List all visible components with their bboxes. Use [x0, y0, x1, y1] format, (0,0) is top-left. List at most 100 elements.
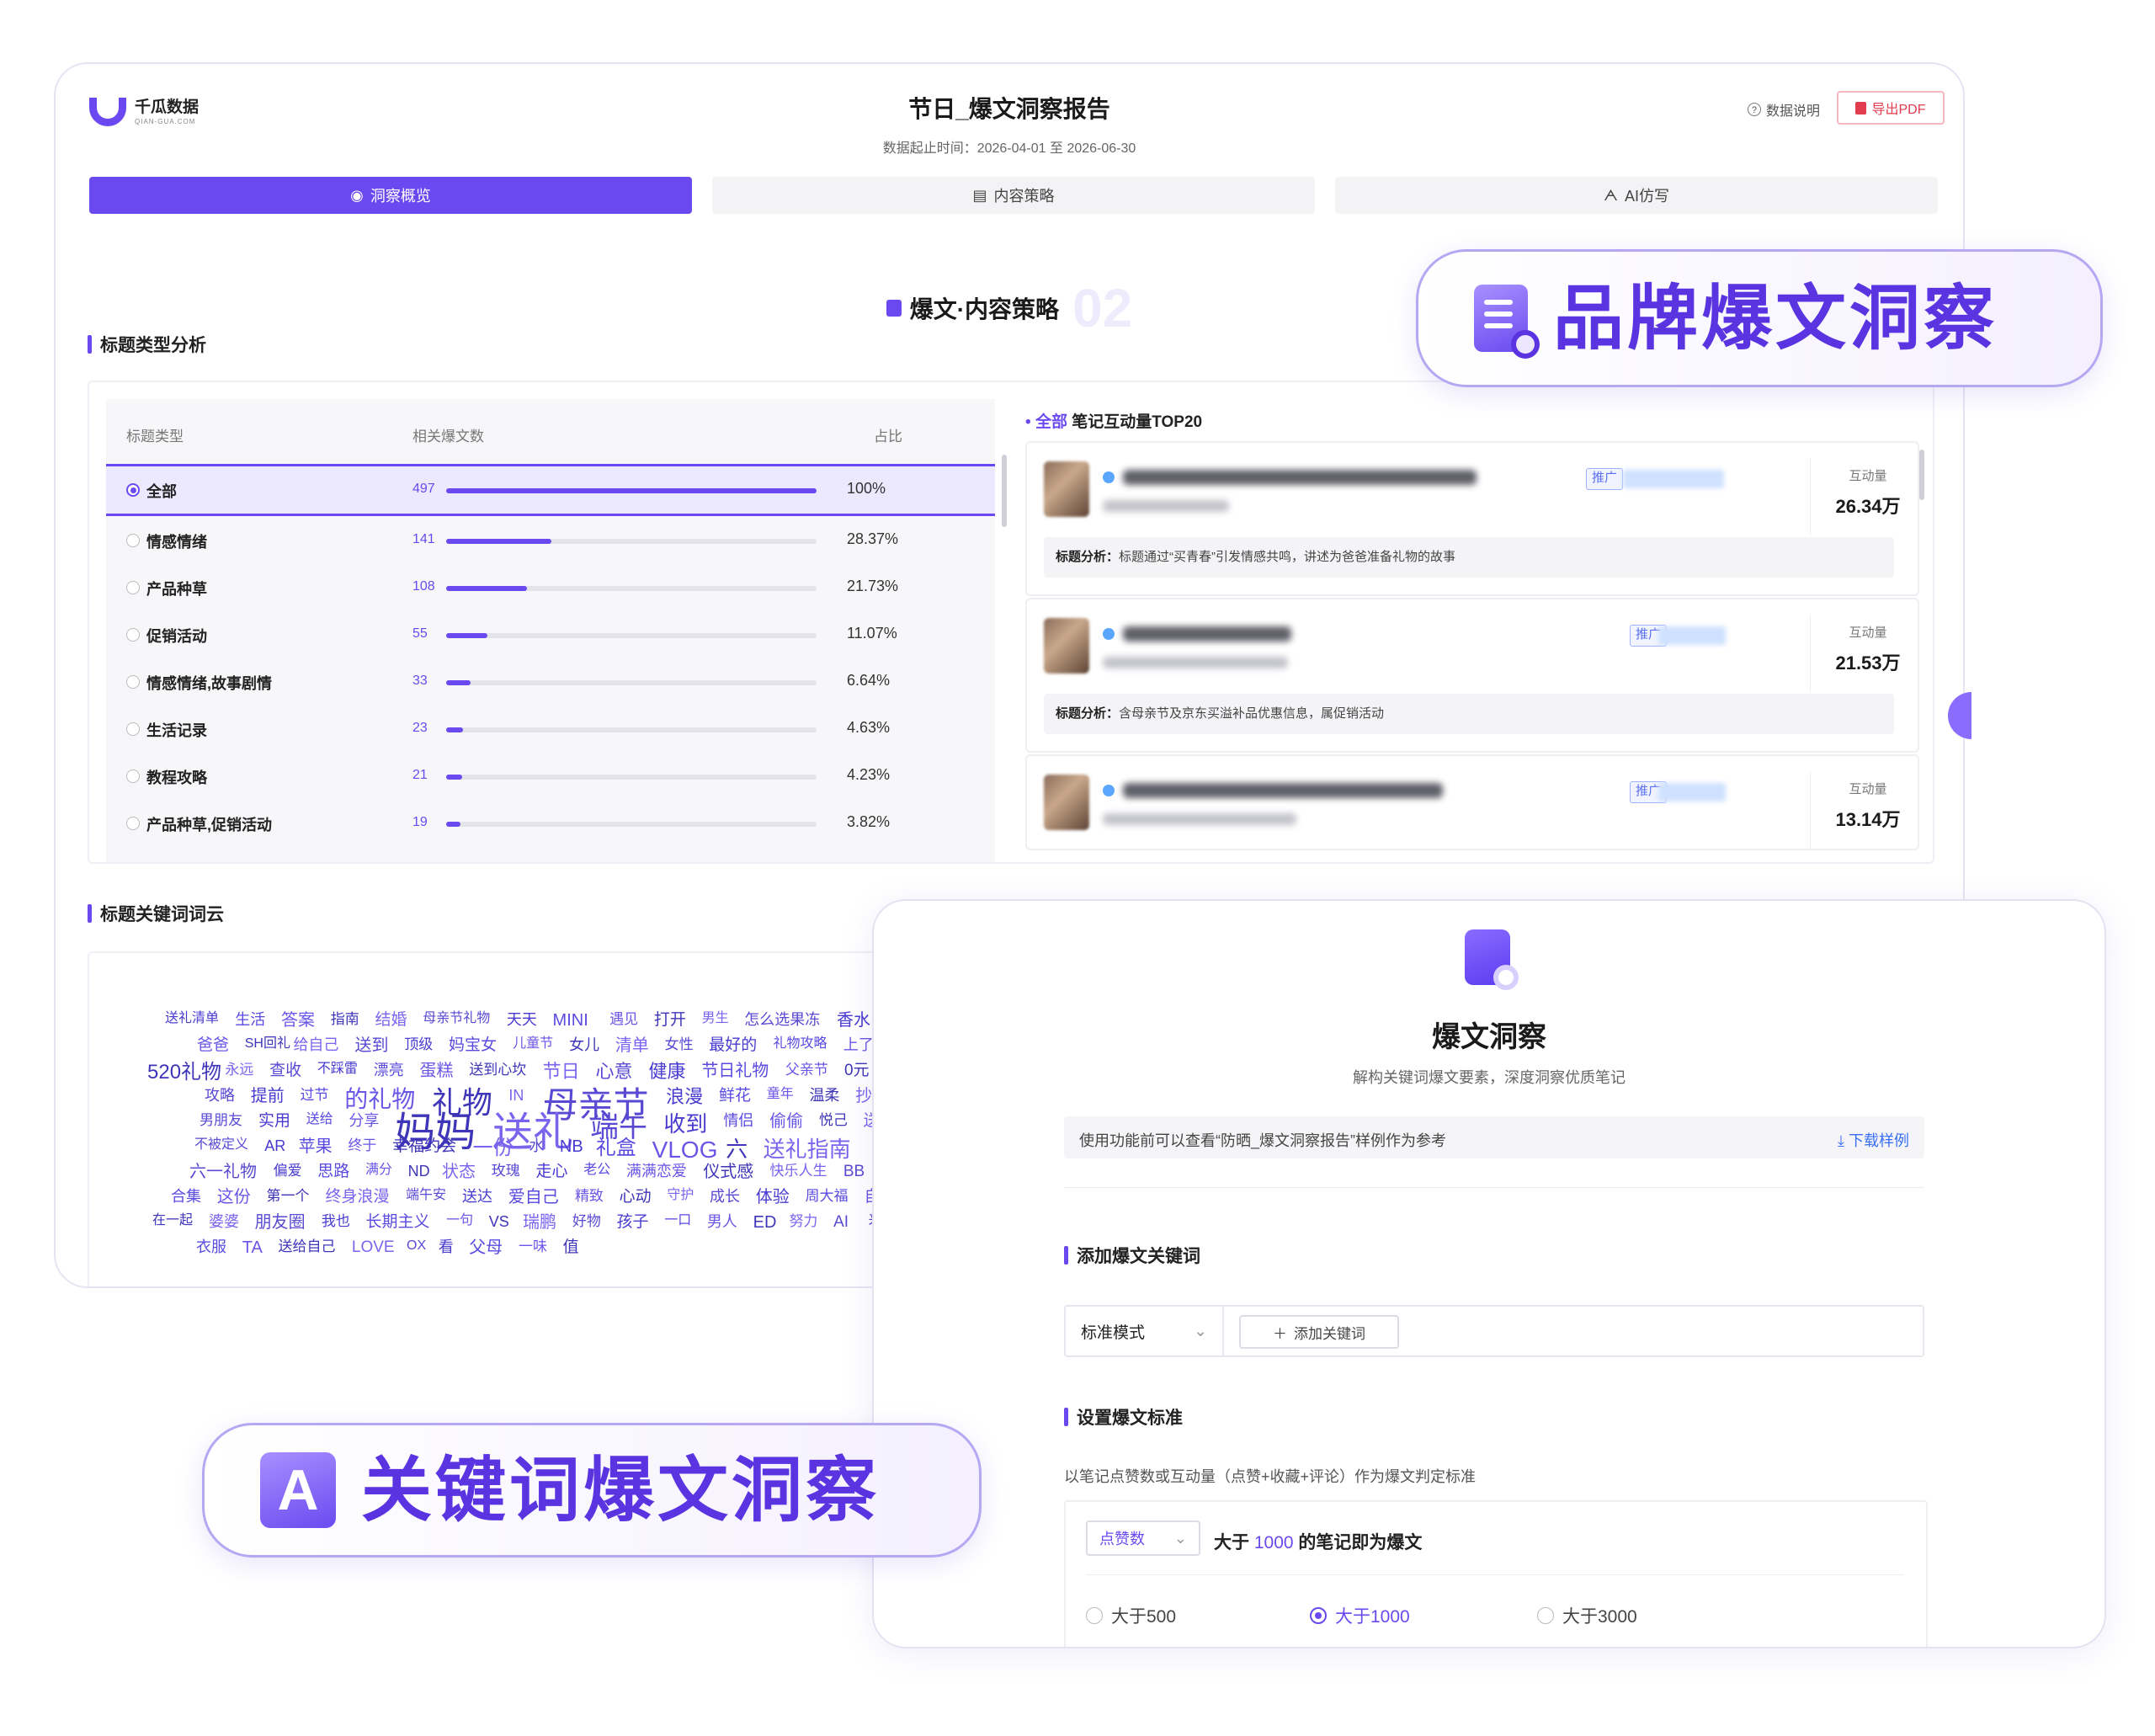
- mode-select[interactable]: 标准模式 ⌄: [1066, 1307, 1224, 1355]
- notes-scrollbar[interactable]: [1919, 450, 1924, 500]
- cloud-word: 这份: [216, 1188, 251, 1206]
- top-note-card[interactable]: 推广 互动量 26.34万 标题分析：标题通过“买青春”引发情感共鸣，讲述为爸爸准备礼…: [1025, 441, 1919, 596]
- column-header: 相关爆文数: [412, 429, 484, 445]
- metric-value: 21.53万: [1835, 652, 1901, 674]
- threshold-option-500[interactable]: 大于500: [1086, 1603, 1176, 1628]
- ratio-bar: [446, 633, 817, 638]
- data-help-link[interactable]: ? 数据说明: [1747, 99, 1820, 120]
- cloud-word: AI: [833, 1213, 849, 1231]
- type-count: 141: [412, 532, 435, 546]
- title-analysis: 标题分析：含母亲节及京东买溢补品优惠信息，属促销活动: [1044, 694, 1894, 734]
- top-note-card[interactable]: 推广 互动量 21.53万 标题分析：含母亲节及京东买溢补品优惠信息，属促销活动: [1025, 598, 1919, 753]
- panel-title: 爆文洞察: [1432, 1021, 1546, 1053]
- divider: [1064, 1187, 1924, 1188]
- cloud-word: 女性: [664, 1036, 694, 1052]
- radio-icon: [126, 581, 140, 594]
- threshold-option-3000[interactable]: 大于3000: [1537, 1603, 1637, 1628]
- export-pdf-button[interactable]: 导出PDF: [1837, 91, 1945, 125]
- ratio-bar: [446, 488, 817, 493]
- cloud-word: 温柔: [809, 1087, 840, 1104]
- type-percent: 4.23%: [847, 766, 891, 783]
- cloud-word: 仪式感: [703, 1163, 754, 1181]
- column-header: 占比: [874, 429, 902, 445]
- column-header: 标题类型: [126, 429, 184, 445]
- title-type-row[interactable]: 产品种草,促销活动 19 3.82%: [106, 800, 995, 847]
- letter-a-icon: A: [260, 1452, 336, 1528]
- type-percent: 3.82%: [847, 813, 891, 830]
- ratio-bar-fill: [446, 727, 464, 732]
- title-type-analysis-panel: 标题类型 相关爆文数 占比 全部 497 100% 情感情绪 141 28.37% 产品种草…: [88, 381, 1934, 864]
- ai-icon: ᗅ: [1604, 186, 1618, 204]
- cloud-word: 一口: [664, 1213, 692, 1227]
- cloud-word: 偏爱: [273, 1163, 302, 1179]
- note-thumbnail[interactable]: [1044, 618, 1089, 674]
- cloud-word: 礼盒: [595, 1137, 636, 1159]
- type-count: 497: [412, 482, 435, 496]
- metric-value: 13.14万: [1835, 809, 1901, 830]
- cloud-word: 结婚: [375, 1011, 407, 1029]
- threshold-option-1000[interactable]: 大于1000: [1310, 1603, 1410, 1628]
- cloud-word: 香水: [837, 1011, 871, 1030]
- title-type-row[interactable]: 生活记录 23 4.63%: [106, 706, 995, 753]
- cloud-word: 蛋糕: [419, 1062, 454, 1080]
- keyword-word-cloud: 送礼清单生活答案指南结婚母亲节礼物天天MINI遇见打开男生怎么选果冻香水超级爸爸…: [88, 951, 950, 1286]
- cloud-word: 儿童节: [513, 1036, 554, 1051]
- note-thumbnail[interactable]: [1044, 461, 1089, 517]
- type-name: 情感情绪: [146, 534, 207, 551]
- keyword-input-row: 标准模式 ⌄ ＋ 添加关键词: [1064, 1305, 1924, 1357]
- title-type-row[interactable]: 促销活动 55 11.07%: [106, 611, 995, 658]
- type-name: 情感情绪,故事剧情: [146, 675, 273, 692]
- cloud-word: 怎么选果冻: [744, 1011, 821, 1028]
- ratio-bar: [446, 586, 817, 591]
- title-type-row[interactable]: 教程攻略 21 4.23%: [106, 753, 995, 800]
- ratio-bar-fill: [446, 539, 551, 544]
- cloud-word: 心动: [619, 1188, 652, 1206]
- cloud-word: 体验: [755, 1188, 790, 1206]
- top20-filter[interactable]: • 全部: [1025, 413, 1067, 431]
- brand-insight-label: 品牌爆文洞察: [1553, 279, 1998, 358]
- section-number: 02: [1072, 278, 1133, 338]
- cloud-word: VS: [488, 1213, 509, 1230]
- cloud-word: 六: [726, 1137, 748, 1162]
- metric-select[interactable]: 点赞数 ⌄: [1086, 1520, 1200, 1556]
- cloud-word: 一份: [472, 1137, 513, 1159]
- cloud-word: NB: [559, 1137, 583, 1156]
- cloud-word: 瑞鹏: [523, 1213, 557, 1232]
- radio-icon: [126, 722, 140, 736]
- tab-ai-rewrite[interactable]: ᗅ AI仿写: [1335, 177, 1938, 214]
- title-type-row[interactable]: 情感情绪 141 28.37%: [106, 517, 995, 564]
- add-keyword-title: 添加爆文关键词: [1077, 1247, 1200, 1266]
- blurred-brand-tag: [1658, 783, 1726, 801]
- keyword-insight-callout: A 关键词爆文洞察: [202, 1423, 982, 1558]
- tab-content-strategy[interactable]: ▤ 内容策略: [712, 177, 1315, 214]
- cloud-word: 六一礼物: [189, 1163, 257, 1181]
- cloud-word: 玫瑰: [491, 1163, 520, 1179]
- table-scrollbar[interactable]: [1002, 455, 1007, 527]
- title-type-row[interactable]: 产品种草 108 21.73%: [106, 564, 995, 611]
- title-type-row[interactable]: 情感情绪,故事剧情 33 6.64%: [106, 658, 995, 706]
- cloud-word: 周大福: [805, 1188, 849, 1204]
- top-note-card[interactable]: 推广 互动量 13.14万: [1025, 754, 1919, 850]
- cloud-word: 收到: [663, 1111, 708, 1137]
- document-search-icon: [1474, 285, 1540, 359]
- type-name: 产品种草,促销活动: [146, 817, 273, 833]
- type-count: 55: [412, 626, 428, 641]
- type-name: 教程攻略: [146, 769, 207, 786]
- tab-overview[interactable]: ◉ 洞察概览: [89, 177, 692, 214]
- cloud-word: 遇见: [609, 1011, 639, 1027]
- mode-select-value: 标准模式: [1081, 1323, 1146, 1342]
- type-count: 19: [412, 815, 428, 829]
- download-icon: ⤓: [1838, 1132, 1849, 1149]
- pdf-icon: [1855, 101, 1867, 114]
- cloud-word: 男人: [706, 1213, 737, 1230]
- add-keyword-button[interactable]: ＋ 添加关键词: [1239, 1315, 1399, 1349]
- cloud-word: 在一起: [152, 1213, 194, 1227]
- metric-select-value: 点赞数: [1099, 1531, 1145, 1547]
- cloud-word: 幸福约会: [392, 1137, 457, 1155]
- note-thumbnail[interactable]: [1044, 775, 1089, 830]
- download-sample-link[interactable]: ⤓ 下载样例: [1838, 1129, 1909, 1151]
- cloud-word: 过节: [300, 1087, 329, 1103]
- title-type-row[interactable]: 全部 497 100%: [106, 464, 995, 516]
- blurred-note-title: [1123, 626, 1291, 642]
- cloud-word: 生活: [235, 1011, 266, 1028]
